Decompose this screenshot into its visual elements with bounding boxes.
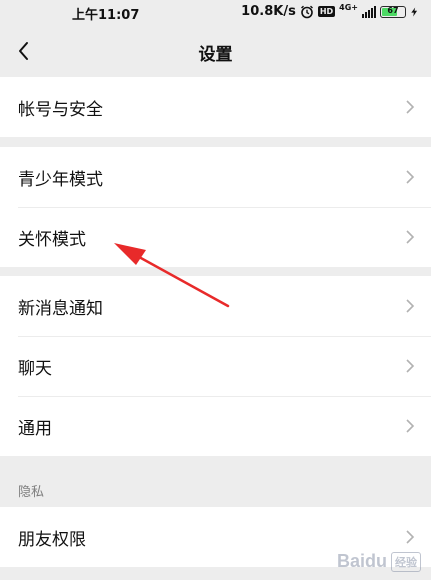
battery-level: 67 [387,5,399,15]
chevron-right-icon [406,530,415,544]
settings-item-label: 帐号与安全 [18,99,103,120]
status-time: 上午11:07 [72,8,140,23]
settings-item-label: 关怀模式 [18,229,86,250]
watermark-text: Baidu [336,551,387,571]
settings-item-chat[interactable]: 聊天 [0,336,431,396]
settings-item-label: 朋友权限 [18,529,86,550]
settings-group-account: 帐号与安全 [0,77,431,137]
watermark-sub: 经验 [391,551,421,572]
settings-item-label: 新消息通知 [18,298,103,319]
chevron-right-icon [406,170,415,184]
settings-item-label: 聊天 [18,358,52,379]
settings-item-general[interactable]: 通用 [0,396,431,456]
hd-icon: HD [317,6,336,17]
chevron-right-icon [406,100,415,114]
charging-icon [411,7,418,16]
baidu-watermark: Baidu 经验 [337,551,421,572]
nav-header: 设置 [0,26,431,78]
signal-icon [362,5,376,18]
network-speed: 10.8K/s [241,4,296,19]
settings-group-modes: 青少年模式 关怀模式 [0,147,431,267]
page-title: 设置 [198,45,233,65]
settings-item-teen-mode[interactable]: 青少年模式 [0,147,431,207]
settings-item-label: 通用 [18,418,52,439]
chevron-right-icon [406,419,415,433]
network-type: 4G+ [339,3,358,12]
status-bar: 上午11:07 10.8K/s HD 4G+ 67 [0,0,431,26]
alarm-icon [300,5,313,18]
section-label-privacy: 隐私 [18,485,45,500]
settings-group-general: 新消息通知 聊天 通用 [0,276,431,456]
chevron-right-icon [406,299,415,313]
settings-item-label: 青少年模式 [18,169,103,190]
settings-item-notifications[interactable]: 新消息通知 [0,276,431,336]
status-indicators: 10.8K/s HD 4G+ 67 [241,3,419,19]
battery-icon: 67 [380,5,406,18]
chevron-right-icon [406,359,415,373]
settings-item-care-mode[interactable]: 关怀模式 [0,207,431,267]
settings-item-account-security[interactable]: 帐号与安全 [0,77,431,137]
chevron-right-icon [406,230,415,244]
